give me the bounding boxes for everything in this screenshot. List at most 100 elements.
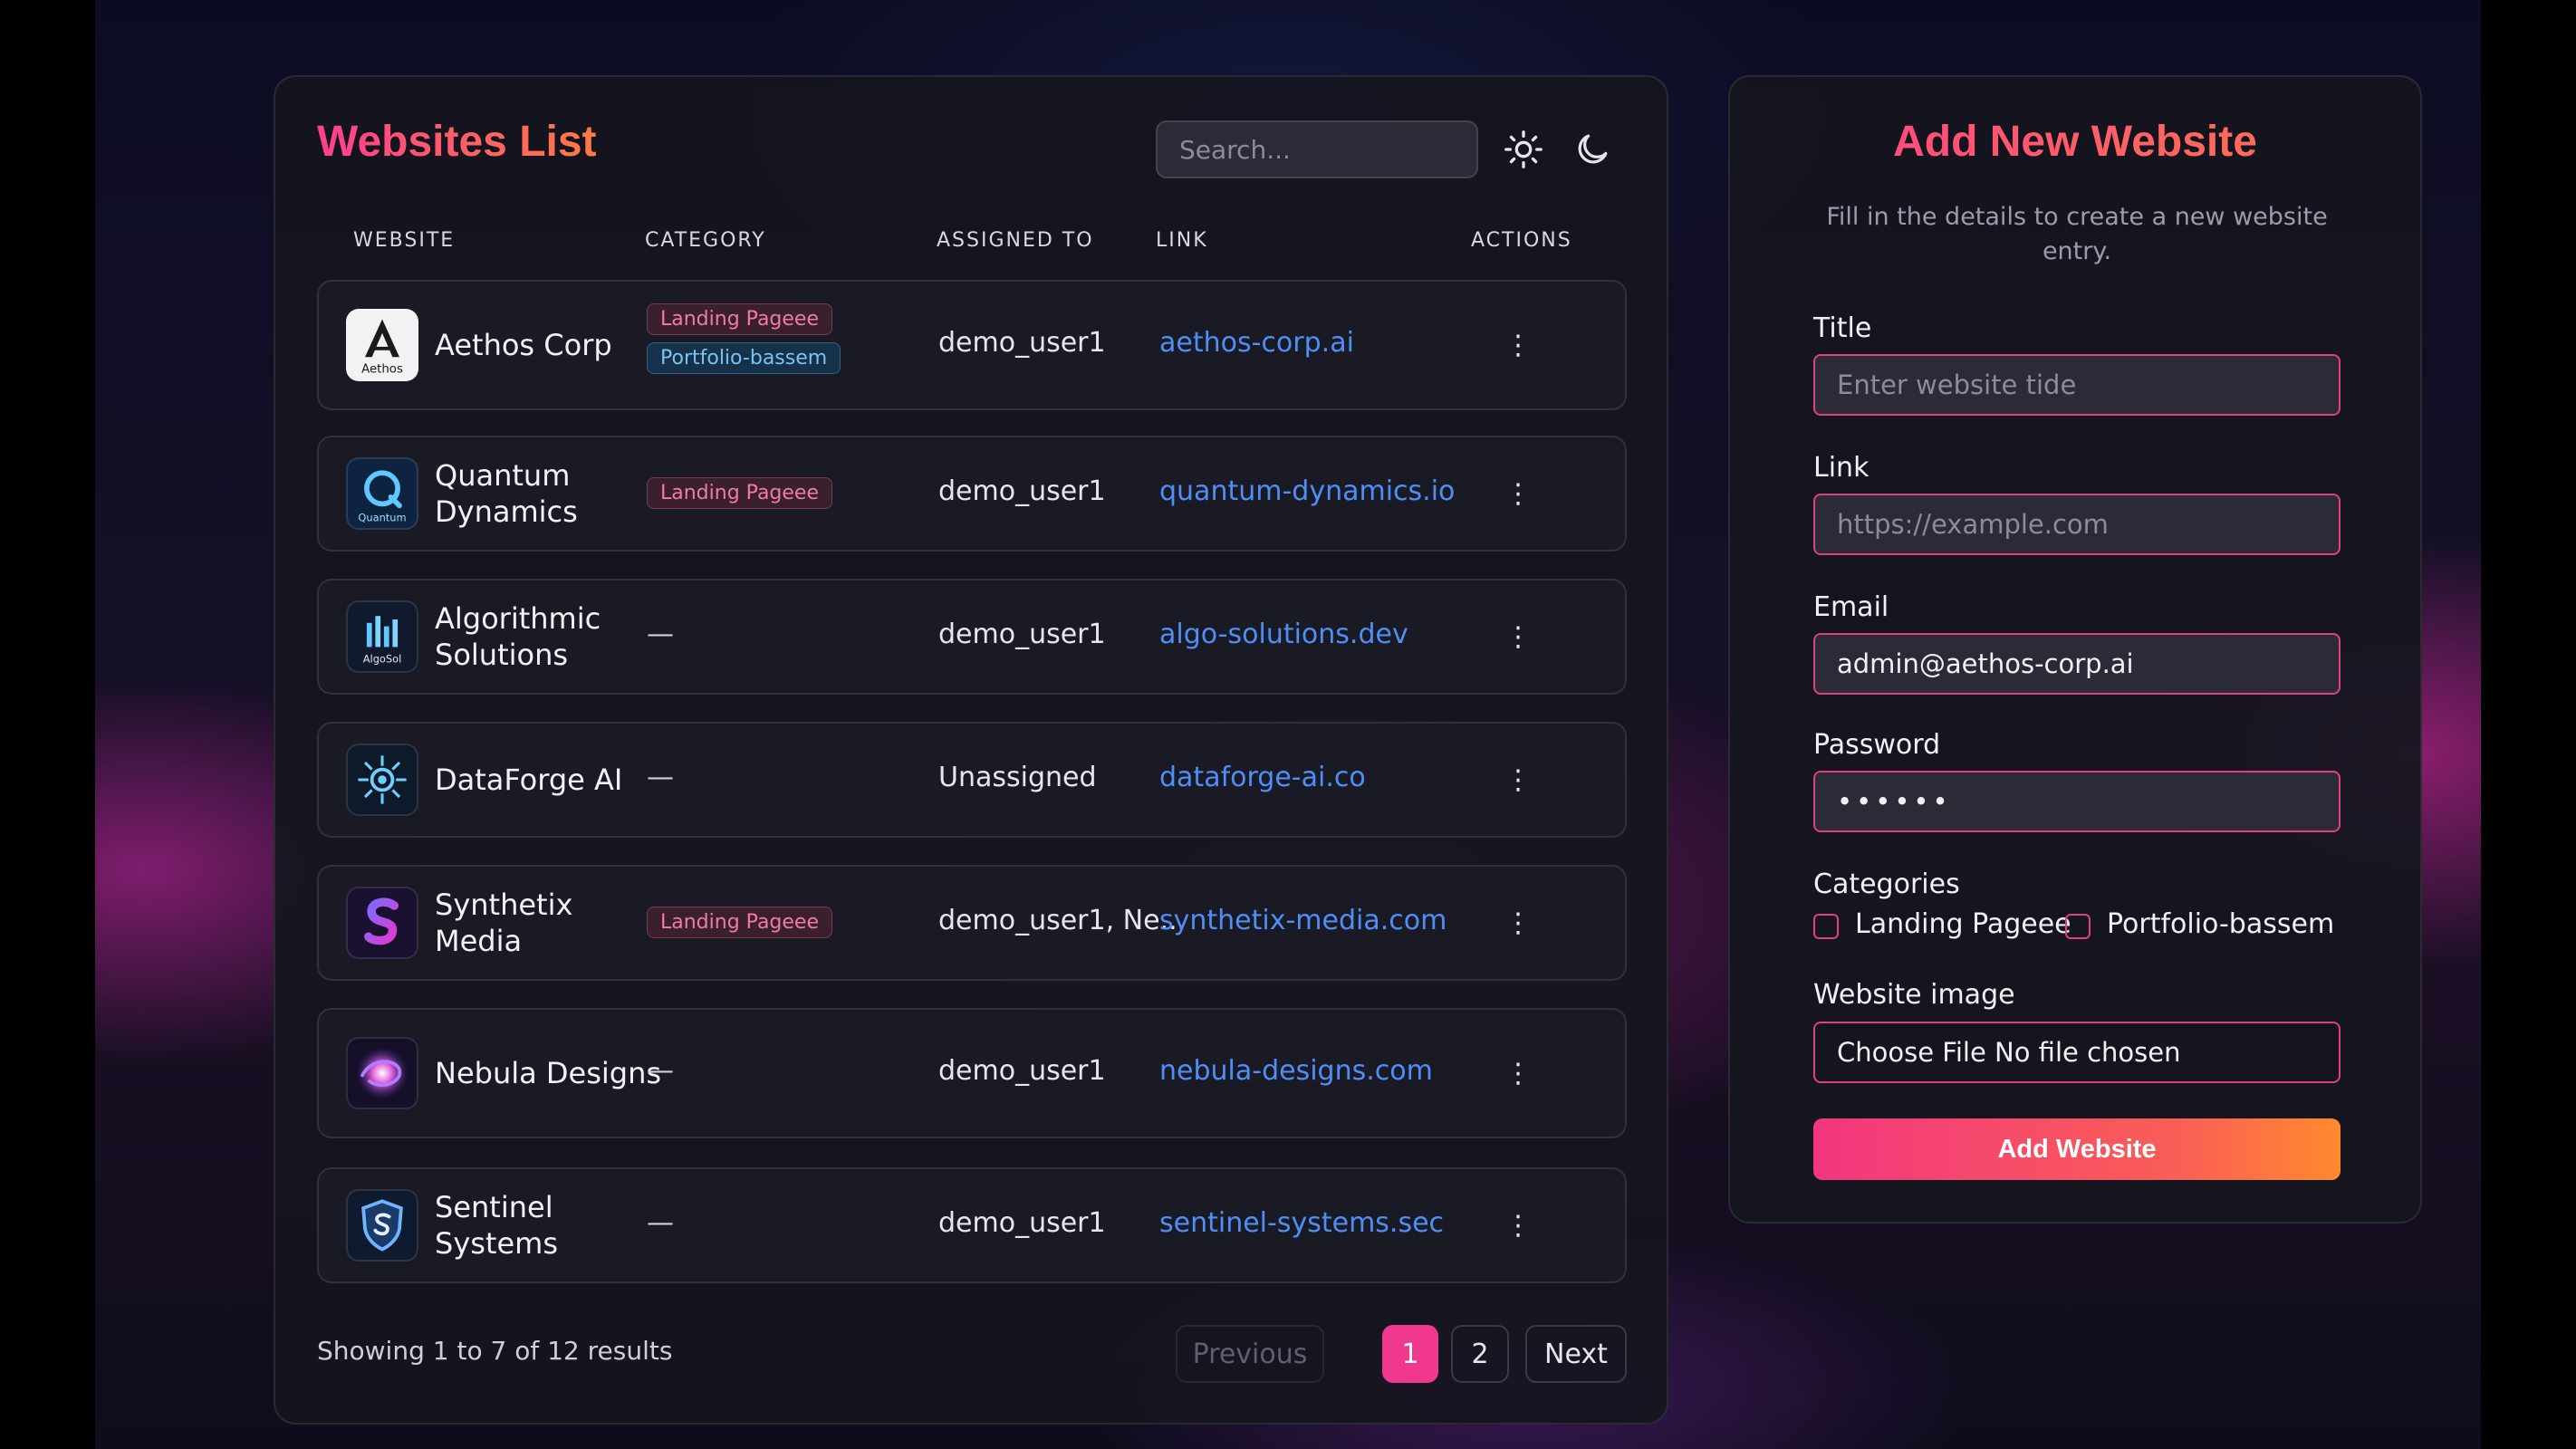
column-header-category: CATEGORY — [645, 229, 766, 252]
website-link[interactable]: aethos-corp.ai — [1159, 327, 1354, 359]
empty-category: — — [647, 762, 674, 793]
file-input[interactable]: Choose File No file chosen — [1813, 1022, 2341, 1083]
more-vertical-icon: ⋮ — [1504, 1057, 1532, 1089]
aethos-logo: Aethos — [346, 309, 418, 381]
category-tag: Landing Pageee — [647, 907, 832, 938]
title-label: Title — [1813, 312, 1872, 344]
category-tags: Landing Pageee — [647, 907, 832, 938]
assigned-to: demo_user1 — [938, 1055, 1106, 1087]
sentinel-logo — [346, 1189, 418, 1262]
column-header-actions: ACTIONS — [1471, 229, 1572, 252]
moon-icon — [1578, 134, 1608, 164]
website-link[interactable]: quantum-dynamics.io — [1159, 475, 1455, 507]
link-label: Link — [1813, 452, 1870, 484]
category-tags: Landing Pageee Portfolio-bassem — [647, 303, 841, 374]
empty-category: — — [647, 1055, 674, 1087]
more-vertical-icon: ⋮ — [1504, 477, 1532, 510]
quantum-logo: Quantum — [346, 457, 418, 530]
category-tag: Landing Pageee — [647, 303, 832, 335]
svg-text:Aethos: Aethos — [361, 362, 403, 376]
algosol-logo: AlgoSol — [346, 600, 418, 673]
row-actions-button[interactable]: ⋮ — [1500, 327, 1536, 363]
assigned-to: Unassigned — [938, 762, 1097, 793]
row-actions-button[interactable]: ⋮ — [1500, 1207, 1536, 1243]
page-1-button[interactable]: 1 — [1382, 1325, 1438, 1383]
checkbox-label: Landing Pageee — [1855, 908, 2071, 940]
column-header-link: LINK — [1156, 229, 1208, 252]
row-actions-button[interactable]: ⋮ — [1500, 905, 1536, 941]
row-actions-button[interactable]: ⋮ — [1500, 1055, 1536, 1091]
website-link[interactable]: nebula-designs.com — [1159, 1055, 1433, 1087]
assigned-to: demo_user1 — [938, 475, 1106, 507]
website-name: Aethos Corp — [435, 328, 612, 362]
table-row[interactable]: Synthetix Media Landing Pageee demo_user… — [317, 865, 1627, 981]
assigned-to: demo_user1 — [938, 619, 1106, 650]
link-input[interactable] — [1813, 494, 2341, 555]
websites-list-panel: Websites List WEBSITE CATEGORY ASSIGNED … — [274, 75, 1668, 1425]
dark-mode-button[interactable] — [1567, 124, 1618, 175]
email-field[interactable] — [1813, 633, 2341, 695]
website-link[interactable]: synthetix-media.com — [1159, 905, 1447, 936]
website-link[interactable]: dataforge-ai.co — [1159, 762, 1366, 793]
page-title: Websites List — [317, 118, 597, 166]
website-name: Algorithmic Solutions — [435, 601, 601, 672]
table-row[interactable]: AlgoSol Algorithmic Solutions — demo_use… — [317, 579, 1627, 695]
categories-label: Categories — [1813, 868, 1960, 900]
nebula-logo — [346, 1037, 418, 1109]
table-row[interactable]: Sentinel Systems — demo_user1 sentinel-s… — [317, 1167, 1627, 1283]
checkbox-label: Portfolio-bassem — [2107, 908, 2335, 940]
landing-page-checkbox[interactable] — [1813, 914, 1839, 939]
synthetix-logo — [346, 887, 418, 959]
empty-category: — — [647, 619, 674, 650]
page-2-button[interactable]: 2 — [1451, 1325, 1509, 1383]
email-label: Email — [1813, 591, 1889, 623]
title-input[interactable] — [1813, 354, 2341, 416]
table-row[interactable]: DataForge AI — Unassigned dataforge-ai.c… — [317, 722, 1627, 838]
category-tag: Portfolio-bassem — [647, 342, 841, 374]
website-link[interactable]: algo-solutions.dev — [1159, 619, 1408, 650]
svg-text:Quantum: Quantum — [358, 511, 406, 523]
assigned-to: demo_user1, Ne... — [938, 905, 1187, 936]
more-vertical-icon: ⋮ — [1504, 329, 1532, 361]
assigned-to: demo_user1 — [938, 1207, 1106, 1239]
website-link[interactable]: sentinel-systems.sec — [1159, 1207, 1444, 1239]
table-row[interactable]: Quantum Quantum Dynamics Landing Pageee … — [317, 436, 1627, 552]
page-background: Websites List WEBSITE CATEGORY ASSIGNED … — [95, 0, 2481, 1449]
column-header-website: WEBSITE — [353, 229, 456, 252]
portfolio-checkbox[interactable] — [2065, 914, 2091, 939]
image-label: Website image — [1813, 979, 2015, 1011]
add-website-button[interactable]: Add Website — [1813, 1118, 2341, 1180]
results-summary: Showing 1 to 7 of 12 results — [317, 1336, 673, 1366]
table-row[interactable]: Nebula Designs — demo_user1 nebula-desig… — [317, 1008, 1627, 1138]
website-name: Quantum Dynamics — [435, 458, 578, 529]
sun-icon — [1504, 130, 1543, 168]
previous-page-button[interactable]: Previous — [1176, 1325, 1324, 1383]
website-name: DataForge AI — [435, 763, 623, 797]
website-name: Nebula Designs — [435, 1056, 662, 1090]
svg-text:AlgoSol: AlgoSol — [363, 653, 402, 666]
row-actions-button[interactable]: ⋮ — [1500, 475, 1536, 512]
dataforge-logo — [346, 744, 418, 816]
light-mode-button[interactable] — [1498, 124, 1549, 175]
category-tags: Landing Pageee — [647, 477, 832, 509]
assigned-to: demo_user1 — [938, 327, 1106, 359]
website-name: Sentinel Systems — [435, 1190, 558, 1261]
row-actions-button[interactable]: ⋮ — [1500, 619, 1536, 655]
password-label: Password — [1813, 729, 1941, 761]
website-name: Synthetix Media — [435, 888, 573, 958]
form-title: Add New Website — [1730, 117, 2420, 167]
category-tag: Landing Pageee — [647, 477, 832, 509]
next-page-button[interactable]: Next — [1525, 1325, 1627, 1383]
search-input[interactable] — [1156, 120, 1478, 178]
row-actions-button[interactable]: ⋮ — [1500, 762, 1536, 798]
more-vertical-icon: ⋮ — [1504, 1209, 1532, 1242]
more-vertical-icon: ⋮ — [1504, 763, 1532, 796]
column-header-assigned: ASSIGNED TO — [937, 229, 1094, 252]
empty-category: — — [647, 1207, 674, 1239]
password-field[interactable] — [1813, 771, 2341, 832]
table-row[interactable]: Aethos Aethos Corp Landing Pageee Portfo… — [317, 280, 1627, 410]
more-vertical-icon: ⋮ — [1504, 907, 1532, 939]
add-website-panel: Add New Website Fill in the details to c… — [1728, 75, 2422, 1223]
more-vertical-icon: ⋮ — [1504, 620, 1532, 653]
form-subtitle: Fill in the details to create a new webs… — [1826, 203, 2328, 265]
